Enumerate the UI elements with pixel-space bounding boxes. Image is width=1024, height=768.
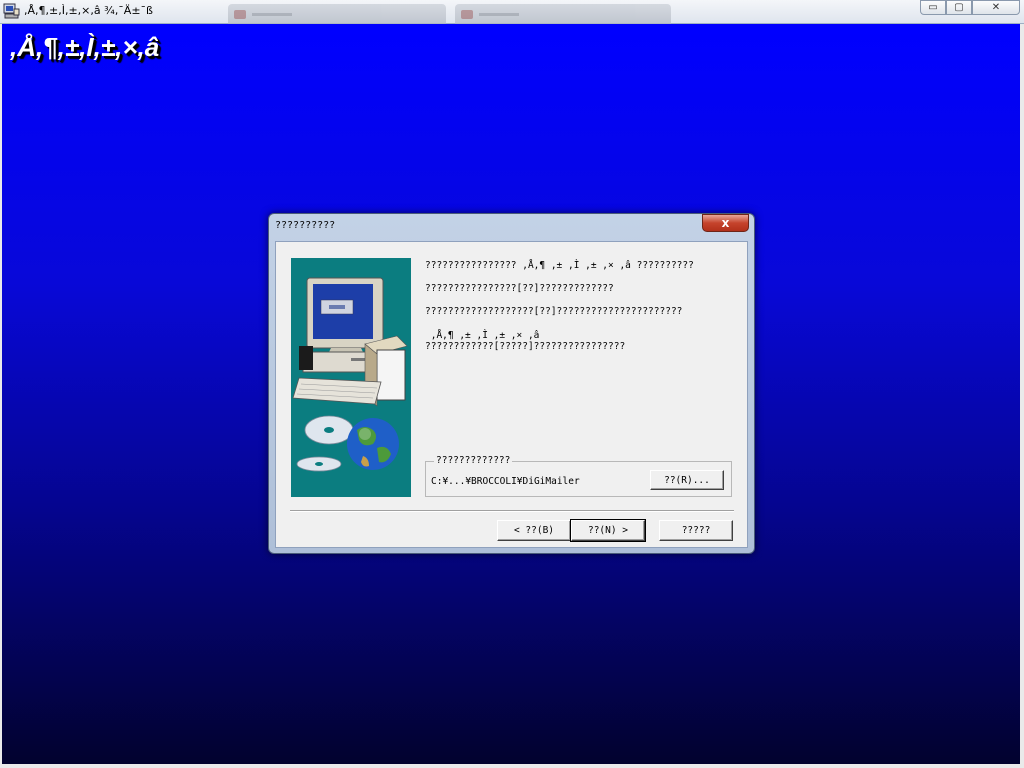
window-title: ,Å,¶,±,Ì,±,×,â ¾‚¯Ä±¯ß <box>24 4 153 17</box>
minimize-icon: ▭ <box>928 2 938 13</box>
dialog-title: ?????????? <box>275 220 336 231</box>
button-divider <box>290 510 734 512</box>
message-line-3: ???????????????????[??]?????????????????… <box>425 306 683 317</box>
back-button[interactable]: < ??(B) <box>497 520 571 541</box>
window-border-bottom <box>0 764 1024 768</box>
window-border-right <box>1020 24 1024 768</box>
setup-illustration-image <box>291 258 411 497</box>
background-taskbar-tab <box>455 4 671 24</box>
destination-folder-label: ????????????? <box>434 455 513 466</box>
close-icon: ✕ <box>991 2 1001 13</box>
window-close-button[interactable]: ✕ <box>972 0 1020 15</box>
background-taskbar-tab <box>228 4 446 24</box>
maximize-button[interactable]: ▢ <box>946 0 972 15</box>
message-line-1: ???????????????? ,Å,¶ ,± ,Ì ,± ,× ,â ???… <box>425 260 694 271</box>
message-line-5: ????????????[?????]???????????????? <box>425 341 626 352</box>
message-line-2: ????????????????[??]????????????? <box>425 283 614 294</box>
setup-dialog: ?????????? x ???????????????? ,Å,¶ ,± ,Ì… <box>268 213 755 554</box>
tab-icon <box>234 10 246 19</box>
dialog-client-area: ???????????????? ,Å,¶ ,± ,Ì ,± ,× ,â ???… <box>275 241 748 548</box>
cancel-button[interactable]: ????? <box>659 520 733 541</box>
minimize-button[interactable]: ▭ <box>920 0 946 15</box>
next-button[interactable]: ??(N) > <box>570 519 646 542</box>
maximize-icon: ▢ <box>954 2 964 13</box>
destination-folder-group: ????????????? C:¥...¥BROCCOLI¥DiGiMailer… <box>425 455 732 497</box>
window-titlebar: ,Å,¶,±,Ì,±,×,â ¾‚¯Ä±¯ß ▭ ▢ ✕ <box>0 0 1024 24</box>
globe-icon <box>347 418 399 470</box>
tab-label-blur <box>479 13 519 16</box>
close-icon: x <box>721 216 730 230</box>
tab-icon <box>461 10 473 19</box>
installer-heading: ,Å,¶,±,Ì,±,×,â <box>10 32 160 62</box>
dialog-close-button[interactable]: x <box>702 214 749 232</box>
installer-app-icon <box>3 3 20 19</box>
tab-label-blur <box>252 13 292 16</box>
destination-path: C:¥...¥BROCCOLI¥DiGiMailer <box>431 476 580 487</box>
browse-button[interactable]: ??(R)... <box>650 470 724 490</box>
